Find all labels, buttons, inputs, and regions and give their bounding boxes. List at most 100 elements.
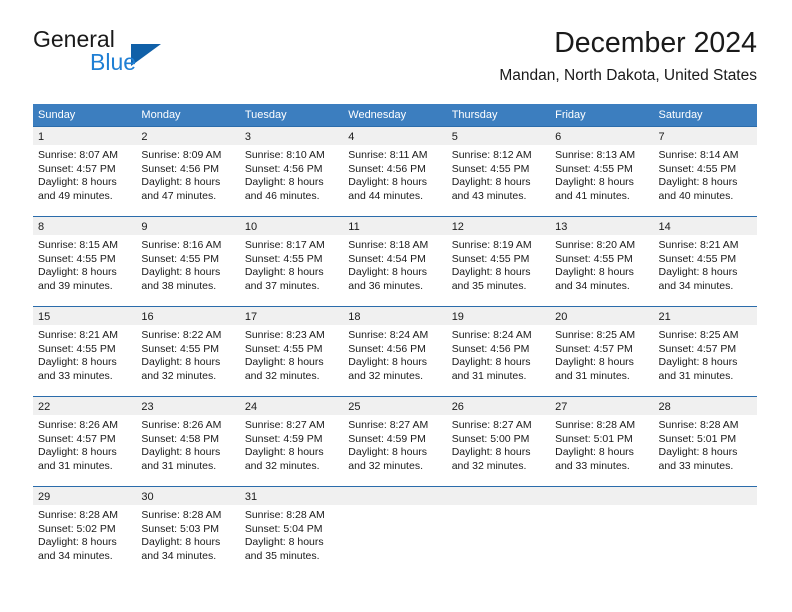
weekday-header-tuesday: Tuesday xyxy=(244,109,287,121)
weekday-header-wednesday: Wednesday xyxy=(348,109,407,121)
day-number-band: 16 xyxy=(136,307,240,325)
day-cell[interactable]: 18 Sunrise: 8:24 AM Sunset: 4:56 PM Dayl… xyxy=(343,307,447,396)
day-cell[interactable]: 4 Sunrise: 8:11 AM Sunset: 4:56 PM Dayli… xyxy=(343,127,447,216)
daylight-text-line1: Daylight: 8 hours xyxy=(658,266,738,279)
day-number: 12 xyxy=(451,221,464,233)
daylight-text-line2: and 31 minutes. xyxy=(451,369,527,382)
daylight-text-line1: Daylight: 8 hours xyxy=(451,356,531,369)
day-cell[interactable]: 16 Sunrise: 8:22 AM Sunset: 4:55 PM Dayl… xyxy=(136,307,240,396)
sunrise-text: Sunrise: 8:25 AM xyxy=(658,329,739,341)
day-cell[interactable]: 12 Sunrise: 8:19 AM Sunset: 4:55 PM Dayl… xyxy=(446,217,551,306)
day-cell[interactable]: 9 Sunrise: 8:16 AM Sunset: 4:55 PM Dayli… xyxy=(136,217,240,306)
day-number-band: 3 xyxy=(239,127,344,145)
day-details: Sunrise: 8:12 AM Sunset: 4:55 PM Dayligh… xyxy=(447,145,550,203)
day-cell[interactable]: 2 Sunrise: 8:09 AM Sunset: 4:56 PM Dayli… xyxy=(136,127,240,216)
day-number-band: 18 xyxy=(343,307,447,325)
day-details: Sunrise: 8:21 AM Sunset: 4:55 PM Dayligh… xyxy=(33,325,136,383)
day-number-band: 9 xyxy=(136,217,240,235)
sunrise-text: Sunrise: 8:09 AM xyxy=(141,149,222,161)
sunset-text: Sunset: 4:55 PM xyxy=(38,252,116,265)
day-cell[interactable]: 13 Sunrise: 8:20 AM Sunset: 4:55 PM Dayl… xyxy=(550,217,654,306)
sunset-text: Sunset: 4:55 PM xyxy=(38,342,116,355)
day-number-band: 11 xyxy=(343,217,447,235)
day-number: 24 xyxy=(244,401,258,413)
day-details: Sunrise: 8:15 AM Sunset: 4:55 PM Dayligh… xyxy=(33,235,136,293)
day-details: Sunrise: 8:26 AM Sunset: 4:57 PM Dayligh… xyxy=(33,415,136,473)
day-details: Sunrise: 8:27 AM Sunset: 4:59 PM Dayligh… xyxy=(343,415,446,473)
day-number: 28 xyxy=(658,401,671,413)
day-cell[interactable]: 24 Sunrise: 8:27 AM Sunset: 4:59 PM Dayl… xyxy=(239,397,344,486)
day-number-band: 8 xyxy=(33,217,137,235)
daylight-text-line2: and 36 minutes. xyxy=(348,279,423,292)
sunset-text: Sunset: 4:56 PM xyxy=(348,162,426,175)
sunset-text: Sunset: 4:57 PM xyxy=(555,342,633,355)
day-number-band: 30 xyxy=(136,487,240,505)
day-cell[interactable]: 25 Sunrise: 8:27 AM Sunset: 4:59 PM Dayl… xyxy=(343,397,447,486)
sunset-text: Sunset: 5:03 PM xyxy=(141,522,220,535)
day-cell[interactable]: 29 Sunrise: 8:28 AM Sunset: 5:02 PM Dayl… xyxy=(33,487,137,576)
day-cell[interactable]: 27 Sunrise: 8:28 AM Sunset: 5:01 PM Dayl… xyxy=(550,397,654,486)
day-cell[interactable]: 23 Sunrise: 8:26 AM Sunset: 4:58 PM Dayl… xyxy=(136,397,240,486)
day-cell[interactable]: 28 Sunrise: 8:28 AM Sunset: 5:01 PM Dayl… xyxy=(653,397,757,486)
sunrise-text: Sunrise: 8:20 AM xyxy=(555,239,636,251)
sunrise-text: Sunrise: 8:22 AM xyxy=(141,329,222,341)
day-cell[interactable]: 3 Sunrise: 8:10 AM Sunset: 4:56 PM Dayli… xyxy=(239,127,344,216)
day-cell[interactable]: 6 Sunrise: 8:13 AM Sunset: 4:55 PM Dayli… xyxy=(550,127,654,216)
page-title: December 2024 xyxy=(554,27,757,59)
day-cell[interactable]: 26 Sunrise: 8:27 AM Sunset: 5:00 PM Dayl… xyxy=(446,397,551,486)
day-number-band: 10 xyxy=(239,217,344,235)
day-number: 1 xyxy=(38,131,45,143)
daylight-text-line1: Daylight: 8 hours xyxy=(38,536,117,549)
day-cell[interactable]: 20 Sunrise: 8:25 AM Sunset: 4:57 PM Dayl… xyxy=(550,307,654,396)
day-details: Sunrise: 8:18 AM Sunset: 4:54 PM Dayligh… xyxy=(343,235,446,293)
day-number: 26 xyxy=(451,401,464,413)
day-number: 8 xyxy=(38,221,45,233)
day-number-band: 21 xyxy=(653,307,757,325)
day-details: Sunrise: 8:25 AM Sunset: 4:57 PM Dayligh… xyxy=(654,325,757,383)
day-cell[interactable]: 17 Sunrise: 8:23 AM Sunset: 4:55 PM Dayl… xyxy=(239,307,344,396)
day-details: Sunrise: 8:27 AM Sunset: 5:00 PM Dayligh… xyxy=(447,415,550,473)
day-cell[interactable]: 31 Sunrise: 8:28 AM Sunset: 5:04 PM Dayl… xyxy=(239,487,344,576)
day-cell[interactable]: 30 Sunrise: 8:28 AM Sunset: 5:03 PM Dayl… xyxy=(136,487,240,576)
day-cell[interactable]: 11 Sunrise: 8:18 AM Sunset: 4:54 PM Dayl… xyxy=(343,217,447,306)
sunrise-text: Sunrise: 8:21 AM xyxy=(658,239,739,251)
day-cell[interactable]: 14 Sunrise: 8:21 AM Sunset: 4:55 PM Dayl… xyxy=(653,217,757,306)
day-cell[interactable]: 19 Sunrise: 8:24 AM Sunset: 4:56 PM Dayl… xyxy=(446,307,551,396)
day-cell[interactable]: 15 Sunrise: 8:21 AM Sunset: 4:55 PM Dayl… xyxy=(33,307,137,396)
sunrise-text: Sunrise: 8:12 AM xyxy=(451,149,532,161)
sunrise-text: Sunrise: 8:18 AM xyxy=(348,239,429,251)
day-number-band: 20 xyxy=(550,307,654,325)
day-details: Sunrise: 8:17 AM Sunset: 4:55 PM Dayligh… xyxy=(240,235,343,293)
day-number: 20 xyxy=(555,311,568,323)
sunrise-text: Sunrise: 8:24 AM xyxy=(451,329,532,341)
day-cell[interactable]: 5 Sunrise: 8:12 AM Sunset: 4:55 PM Dayli… xyxy=(446,127,551,216)
day-number: 5 xyxy=(451,131,458,143)
day-cell[interactable]: 21 Sunrise: 8:25 AM Sunset: 4:57 PM Dayl… xyxy=(653,307,757,396)
week-row: 29 Sunrise: 8:28 AM Sunset: 5:02 PM Dayl… xyxy=(33,486,757,576)
day-number: 3 xyxy=(244,131,251,143)
day-number-band: 14 xyxy=(653,217,757,235)
daylight-text-line2: and 34 minutes. xyxy=(141,549,217,562)
day-number-band xyxy=(550,487,654,505)
sunset-text: Sunset: 4:55 PM xyxy=(451,162,530,175)
day-cell[interactable]: 1 Sunrise: 8:07 AM Sunset: 4:57 PM Dayli… xyxy=(33,127,137,216)
day-cell[interactable]: 7 Sunrise: 8:14 AM Sunset: 4:55 PM Dayli… xyxy=(653,127,757,216)
day-number-band: 7 xyxy=(653,127,757,145)
day-number-band: 19 xyxy=(446,307,551,325)
sunset-text: Sunset: 4:55 PM xyxy=(555,252,633,265)
daylight-text-line2: and 35 minutes. xyxy=(451,279,527,292)
sunset-text: Sunset: 4:55 PM xyxy=(658,162,737,175)
sunrise-text: Sunrise: 8:28 AM xyxy=(555,419,636,431)
day-details: Sunrise: 8:13 AM Sunset: 4:55 PM Dayligh… xyxy=(550,145,653,203)
sunrise-text: Sunrise: 8:27 AM xyxy=(348,419,429,431)
day-cell[interactable]: 8 Sunrise: 8:15 AM Sunset: 4:55 PM Dayli… xyxy=(33,217,137,306)
day-details: Sunrise: 8:11 AM Sunset: 4:56 PM Dayligh… xyxy=(343,145,446,203)
day-cell[interactable]: 10 Sunrise: 8:17 AM Sunset: 4:55 PM Dayl… xyxy=(239,217,344,306)
daylight-text-line2: and 32 minutes. xyxy=(141,369,217,382)
daylight-text-line1: Daylight: 8 hours xyxy=(348,176,428,189)
sunset-text: Sunset: 4:55 PM xyxy=(555,162,633,175)
day-cell[interactable]: 22 Sunrise: 8:26 AM Sunset: 4:57 PM Dayl… xyxy=(33,397,137,486)
brand-logo[interactable]: General Blue xyxy=(33,26,263,84)
day-cell-empty xyxy=(653,487,757,576)
day-number: 14 xyxy=(658,221,671,233)
